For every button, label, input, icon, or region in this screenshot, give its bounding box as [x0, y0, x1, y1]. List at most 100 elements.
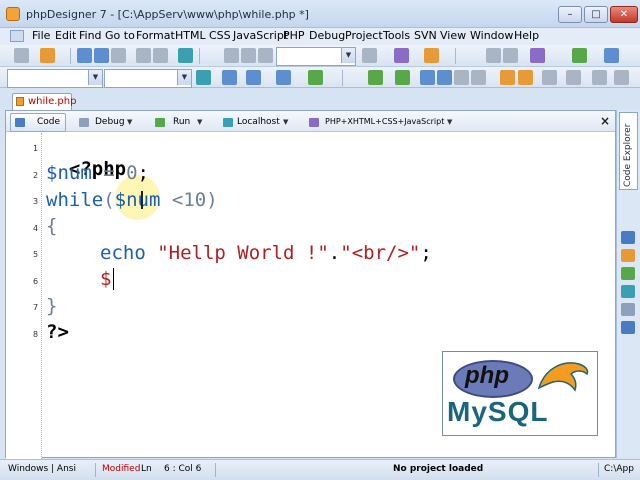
status-cursor-position: 6 : Col 6	[164, 464, 202, 474]
menu-debug[interactable]: Debug	[309, 29, 345, 42]
database-icon[interactable]	[621, 267, 635, 280]
close-editor-icon[interactable]: ×	[600, 114, 610, 128]
line-number: 3	[33, 197, 39, 206]
menu-css[interactable]: CSS	[209, 29, 231, 42]
save-all-icon[interactable]	[94, 48, 109, 63]
secondary-toolbar: ▼ ▼	[0, 67, 640, 88]
menu-tools[interactable]: Tools	[383, 29, 410, 42]
output-icon[interactable]	[566, 70, 581, 85]
menu-svn[interactable]: SVN	[414, 29, 437, 42]
plugin-icon[interactable]	[530, 48, 545, 63]
copy-icon[interactable]	[241, 48, 256, 63]
menu-format[interactable]: Format	[136, 29, 175, 42]
line-number: 2	[33, 171, 39, 180]
menu-javascript[interactable]: JavaScript	[233, 29, 288, 42]
chevron-down-icon[interactable]: ▼	[177, 70, 191, 85]
find-icon[interactable]	[362, 48, 377, 63]
function-combo[interactable]: ▼	[104, 69, 192, 88]
console-icon[interactable]	[542, 70, 557, 85]
line-number: 5	[33, 250, 39, 259]
print-icon[interactable]	[136, 48, 151, 63]
code-line-5[interactable]: echo "Hellp World !"."<br/>";	[100, 242, 432, 264]
globe-icon[interactable]	[621, 285, 635, 298]
new-file-icon[interactable]	[14, 48, 29, 63]
run-button[interactable]: Run ▼	[150, 113, 208, 132]
toolbar-separator	[70, 48, 71, 64]
close-window-button[interactable]: ✕	[610, 6, 638, 23]
menu-window[interactable]: Window	[470, 29, 513, 42]
chevron-down-icon[interactable]: ▼	[88, 70, 102, 85]
code-explorer-tab[interactable]: Code Explorer	[619, 112, 638, 190]
status-path: C:\App	[604, 464, 634, 474]
forward-icon[interactable]	[503, 48, 518, 63]
close-file-icon[interactable]	[111, 48, 126, 63]
code-view-button[interactable]: Code	[10, 113, 66, 132]
folder-icon[interactable]	[621, 249, 635, 262]
toolbar-separator	[199, 48, 200, 64]
menu-php[interactable]: PHP	[283, 29, 305, 42]
library-icon[interactable]	[621, 321, 635, 334]
project-combo[interactable]: ▼	[7, 69, 103, 88]
menu-bar: File Edit Find Go to Format HTML CSS Jav…	[0, 28, 640, 45]
tab-while-php[interactable]: while.php	[12, 93, 76, 110]
step-out-icon[interactable]	[437, 70, 452, 85]
line-number: 7	[33, 303, 39, 312]
code-line-7[interactable]: }	[46, 295, 57, 317]
code-line-2[interactable]: $num = 0;	[46, 162, 149, 184]
terminal-icon[interactable]	[592, 70, 607, 85]
menu-view[interactable]: View	[440, 29, 466, 42]
document-icon[interactable]	[621, 303, 635, 316]
sync-icon[interactable]	[196, 70, 211, 85]
maximize-button[interactable]: □	[584, 6, 608, 23]
menu-project[interactable]: Project	[345, 29, 383, 42]
back-icon[interactable]	[486, 48, 501, 63]
menu-find[interactable]: Find	[79, 29, 102, 42]
breakpoint-icon[interactable]	[454, 70, 469, 85]
save-icon[interactable]	[77, 48, 92, 63]
watch-icon[interactable]	[518, 70, 533, 85]
explorer-icon[interactable]	[621, 231, 635, 244]
stop-debug-icon[interactable]	[471, 70, 486, 85]
settings-icon[interactable]	[614, 70, 629, 85]
toolbar-separator	[342, 70, 343, 86]
main-toolbar: ▼	[0, 45, 640, 67]
chevron-down-icon[interactable]: ▼	[341, 48, 355, 63]
hand-icon[interactable]	[500, 70, 515, 85]
help-icon[interactable]	[604, 48, 619, 63]
debug-button[interactable]: Debug ▼	[74, 113, 138, 132]
code-line-6[interactable]: $	[100, 268, 111, 290]
chevron-down-icon: ▼	[283, 118, 289, 126]
menu-go-to[interactable]: Go to	[105, 29, 135, 42]
status-bar: Windows | Ansi Modified Ln 6 : Col 6 No …	[0, 459, 640, 480]
bookmark-icon[interactable]	[394, 48, 409, 63]
print-preview-icon[interactable]	[153, 48, 168, 63]
globe-icon[interactable]	[572, 48, 587, 63]
minimize-button[interactable]: –	[558, 6, 582, 23]
cut-icon[interactable]	[224, 48, 239, 63]
run-debug-icon[interactable]	[368, 70, 383, 85]
document-menu-icon[interactable]	[10, 30, 24, 42]
layout-icon[interactable]	[246, 70, 261, 85]
code-line-4[interactable]: {	[46, 215, 57, 237]
browser-preview-icon[interactable]	[178, 48, 193, 63]
menu-edit[interactable]: Edit	[55, 29, 76, 42]
app-icon	[6, 7, 20, 21]
code-line-8[interactable]: ?>	[46, 321, 69, 343]
folder-tools-icon[interactable]	[424, 48, 439, 63]
code-line-3[interactable]: while($num <10)	[46, 189, 218, 211]
menu-file[interactable]: File	[32, 29, 50, 42]
paste-icon[interactable]	[258, 48, 273, 63]
search-combo[interactable]: ▼	[276, 47, 356, 66]
menu-html[interactable]: HTML	[175, 29, 206, 42]
syntax-selector[interactable]: PHP+XHTML+CSS+JavaScript ▼	[304, 113, 458, 132]
open-folder-icon[interactable]	[40, 48, 55, 63]
step-over-icon[interactable]	[420, 70, 435, 85]
php-file-icon	[16, 97, 24, 106]
snippets-icon[interactable]	[308, 70, 323, 85]
document-tab-strip	[0, 88, 616, 110]
grid-icon[interactable]	[222, 70, 237, 85]
wizard-icon[interactable]	[276, 70, 291, 85]
menu-help[interactable]: Help	[514, 29, 539, 42]
localhost-button[interactable]: Localhost ▼	[218, 113, 292, 132]
step-into-icon[interactable]	[395, 70, 410, 85]
